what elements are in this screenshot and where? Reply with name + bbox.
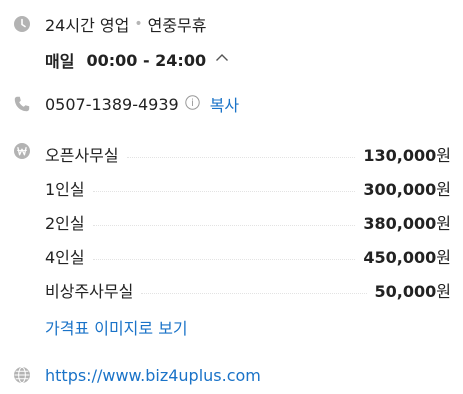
price-item-name: 오픈사무실 [45,146,119,165]
price-row: 2인실 380,000원 [45,205,451,239]
business-hours-summary: 24시간 영업 • 연중무휴 [45,12,206,36]
price-item-name: 2인실 [45,214,85,233]
price-row: 비상주사무실 50,000원 [45,273,451,307]
daily-hours-toggle[interactable]: 매일 00:00 - 24:00 [45,48,230,72]
price-unit: 원 [436,146,451,165]
price-image-link[interactable]: 가격표 이미지로 보기 [45,315,188,339]
price-unit: 원 [436,214,451,233]
dotted-leader [126,156,356,158]
hours-time: 00:00 - 24:00 [86,50,207,70]
price-unit: 원 [436,248,451,267]
copy-button[interactable]: 복사 [210,92,239,116]
phone-number: 0507-1389-4939 [45,94,179,114]
phone-icon [13,95,31,113]
price-value: 300,000원 [363,176,451,200]
separator-dot: • [134,16,143,32]
price-amount: 450,000 [363,248,437,267]
hours-day: 매일 [45,52,75,71]
price-value: 450,000원 [363,244,451,268]
clock-icon [13,15,31,33]
dotted-leader [92,258,356,260]
price-unit: 원 [436,282,451,301]
price-row: 오픈사무실 130,000원 [45,137,451,171]
price-amount: 130,000 [363,146,437,165]
phone-row: 0507-1389-4939 i 복사 [45,92,239,116]
price-value: 50,000원 [375,278,451,302]
dotted-leader [141,292,367,294]
hours-status: 24시간 영업 [45,16,130,35]
info-icon[interactable]: i [185,94,200,114]
price-unit: 원 [436,180,451,199]
price-value: 380,000원 [363,210,451,234]
price-amount: 380,000 [363,214,437,233]
chevron-up-icon[interactable] [214,50,230,70]
price-row: 4인실 450,000원 [45,239,451,273]
price-row: 1인실 300,000원 [45,171,451,205]
price-item-name: 비상주사무실 [45,282,134,301]
price-item-name: 4인실 [45,248,85,267]
website-link[interactable]: https://www.biz4uplus.com [45,363,261,387]
won-icon [13,142,31,160]
price-value: 130,000원 [363,142,451,166]
price-item-name: 1인실 [45,180,85,199]
hours-note: 연중무휴 [147,16,207,35]
price-amount: 50,000 [374,282,437,301]
price-amount: 300,000 [363,180,437,199]
price-list: 오픈사무실 130,000원 1인실 300,000원 2인실 380,000원 4인실 45… [45,137,451,307]
info-icon-glyph: i [191,98,194,109]
dotted-leader [92,190,356,192]
globe-icon [13,366,31,384]
dotted-leader [92,224,356,226]
